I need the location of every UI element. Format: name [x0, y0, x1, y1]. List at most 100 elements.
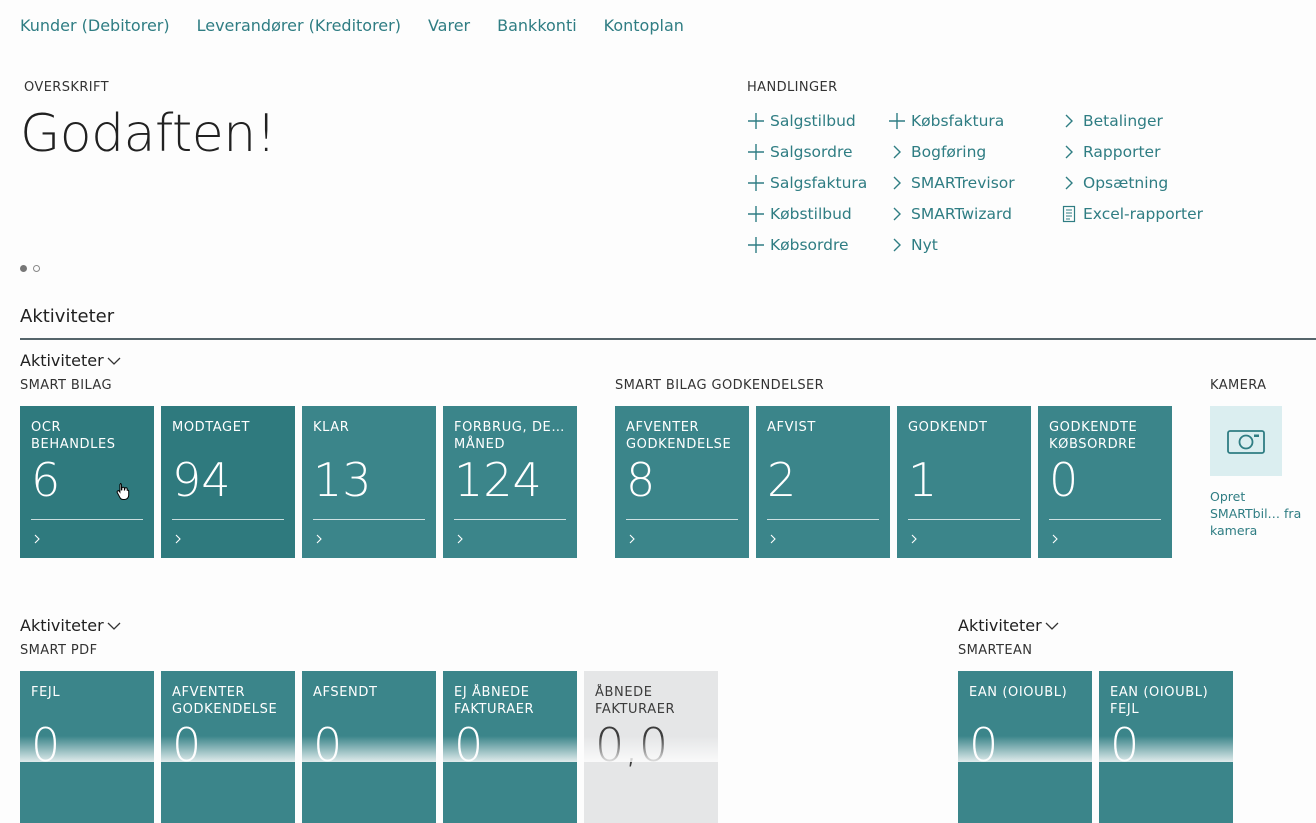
plus-icon [748, 144, 764, 161]
smartean-caption: SMARTEAN [958, 643, 1033, 658]
tile-klar[interactable]: KLAR 13 [302, 406, 436, 558]
camera-icon [1227, 430, 1265, 454]
chevron-right-icon [893, 176, 901, 190]
tile-value: 8 [626, 453, 656, 507]
tile-label: EAN (OIOUBL) [969, 685, 1068, 700]
tile-label: GODKENDT [908, 420, 988, 435]
action-label: Købsordre [770, 235, 849, 254]
chevron-right-icon [457, 534, 463, 544]
tile-label: KLAR [313, 420, 350, 435]
action-label: Salgsordre [770, 143, 853, 162]
activities-section-title: Aktiviteter [20, 306, 115, 327]
action-smartrevisor[interactable]: SMARTrevisor [888, 168, 1015, 199]
headline-greeting: Godaften! [20, 104, 277, 164]
tile-pdf-afventer-godkendelse[interactable]: AFVENTER GODKENDELSE 0 [161, 671, 295, 823]
action-label: Bogføring [911, 143, 987, 162]
pager-dot-2[interactable] [33, 265, 40, 272]
actions-column-3: Betalinger Rapporter Opsætning Excel-rap… [1060, 106, 1203, 229]
tile-forbrug-denne-maaned[interactable]: FORBRUG, DE… MÅNED 124 [443, 406, 577, 558]
chevron-down-icon [1045, 622, 1059, 630]
nav-link-vendors[interactable]: Leverandører (Kreditorer) [197, 16, 401, 35]
tile-label: AFSENDT [313, 685, 378, 700]
nav-link-customers[interactable]: Kunder (Debitorer) [20, 16, 170, 35]
plus-icon [889, 113, 905, 130]
tile-value: 0 [31, 718, 61, 772]
chevron-right-icon [770, 534, 776, 544]
tile-afvist[interactable]: AFVIST 2 [756, 406, 890, 558]
tile-value: 2 [767, 453, 797, 507]
chevron-right-icon [629, 534, 635, 544]
action-label: Købstilbud [770, 204, 852, 223]
action-rapporter[interactable]: Rapporter [1060, 137, 1203, 168]
action-smartwizard[interactable]: SMARTwizard [888, 198, 1015, 229]
tile-afventer-godkendelse[interactable]: AFVENTER GODKENDELSE 8 [615, 406, 749, 558]
tile-label: OCR BEHANDLES [31, 420, 116, 452]
tile-pdf-fejl[interactable]: FEJL 0 [20, 671, 154, 823]
tile-pdf-aabnede-fakturaer[interactable]: ÅBNEDE FAKTURAER 0,0 [584, 671, 718, 823]
tile-label: MODTAGET [172, 420, 251, 435]
top-navigation: Kunder (Debitorer) Leverandører (Kredito… [20, 16, 684, 35]
action-kobstilbud[interactable]: Købstilbud [747, 198, 867, 229]
tile-divider [626, 519, 738, 520]
group-toggle-label: Aktiviteter [20, 351, 104, 370]
action-label: Excel-rapporter [1083, 204, 1204, 223]
chevron-down-icon [107, 622, 121, 630]
tile-pdf-ej-aabnede-fakturaer[interactable]: EJ ÅBNEDE FAKTURAER 0 [443, 671, 577, 823]
smart-bilag-caption: SMART BILAG [20, 378, 112, 393]
godkendelser-caption: SMART BILAG GODKENDELSER [615, 378, 825, 393]
tile-pdf-afsendt[interactable]: AFSENDT 0 [302, 671, 436, 823]
action-opsaetning[interactable]: Opsætning [1060, 168, 1203, 199]
tile-value: 94 [172, 453, 231, 507]
tile-label: EJ ÅBNEDE FAKTURAER [454, 685, 535, 717]
action-salgsordre[interactable]: Salgsordre [747, 137, 867, 168]
action-betalinger[interactable]: Betalinger [1060, 106, 1203, 137]
smartean-group-toggle[interactable]: Aktiviteter [958, 616, 1060, 635]
action-label: Nyt [911, 235, 938, 254]
tile-value: 0 [313, 718, 343, 772]
nav-link-bank-accounts[interactable]: Bankkonti [497, 16, 577, 35]
tile-label: GODKENDTE KØBSORDRE [1049, 420, 1138, 452]
tile-label: AFVIST [767, 420, 816, 435]
pager-dot-1[interactable] [20, 265, 27, 272]
headline-pager [20, 265, 40, 272]
kamera-caption: KAMERA [1210, 378, 1267, 393]
camera-action-link[interactable]: Opret SMARTbil… fra kamera [1210, 488, 1308, 539]
camera-tile[interactable] [1210, 406, 1282, 476]
action-label: Betalinger [1083, 112, 1163, 131]
nav-link-chart-of-accounts[interactable]: Kontoplan [604, 16, 684, 35]
chevron-right-icon [1065, 145, 1073, 159]
tile-ocr-behandles[interactable]: OCR BEHANDLES 6 [20, 406, 154, 558]
action-label: SMARTwizard [911, 204, 1012, 223]
group-toggle-label: Aktiviteter [958, 616, 1042, 635]
action-salgstilbud[interactable]: Salgstilbud [747, 106, 867, 137]
action-nyt[interactable]: Nyt [888, 229, 1015, 260]
tile-godkendte-kobsordre[interactable]: GODKENDTE KØBSORDRE 0 [1038, 406, 1172, 558]
tile-divider [172, 519, 284, 520]
action-kobsordre[interactable]: Købsordre [747, 229, 867, 260]
tile-value: 0,0 [595, 718, 669, 772]
tile-divider [31, 519, 143, 520]
chevron-right-icon [34, 534, 40, 544]
action-label: Købsfaktura [911, 112, 1005, 131]
action-bogforing[interactable]: Bogføring [888, 137, 1015, 168]
chevron-right-icon [175, 534, 181, 544]
action-excel-rapporter[interactable]: Excel-rapporter [1060, 198, 1203, 229]
nav-link-items[interactable]: Varer [428, 16, 470, 35]
tile-ean-oioubl[interactable]: EAN (OIOUBL) 0 [958, 671, 1092, 823]
tile-value: 0 [1049, 453, 1079, 507]
tile-ean-oioubl-fejl[interactable]: EAN (OIOUBL) FEJL 0 [1099, 671, 1233, 823]
tile-value: 0 [1110, 718, 1140, 772]
tile-godkendt[interactable]: GODKENDT 1 [897, 406, 1031, 558]
tile-label: ÅBNEDE FAKTURAER [595, 685, 676, 717]
tile-value: 0 [172, 718, 202, 772]
tile-divider [454, 519, 566, 520]
action-salgsfaktura[interactable]: Salgsfaktura [747, 168, 867, 199]
tile-value: 13 [313, 453, 372, 507]
smart-pdf-group-toggle[interactable]: Aktiviteter [20, 616, 122, 635]
action-kobsfaktura[interactable]: Købsfaktura [888, 106, 1015, 137]
tile-modtaget[interactable]: MODTAGET 94 [161, 406, 295, 558]
action-label: Salgsfaktura [770, 173, 868, 192]
activities-group-toggle[interactable]: Aktiviteter [20, 351, 122, 370]
tile-label: AFVENTER GODKENDELSE [172, 685, 278, 717]
chevron-right-icon [911, 534, 917, 544]
